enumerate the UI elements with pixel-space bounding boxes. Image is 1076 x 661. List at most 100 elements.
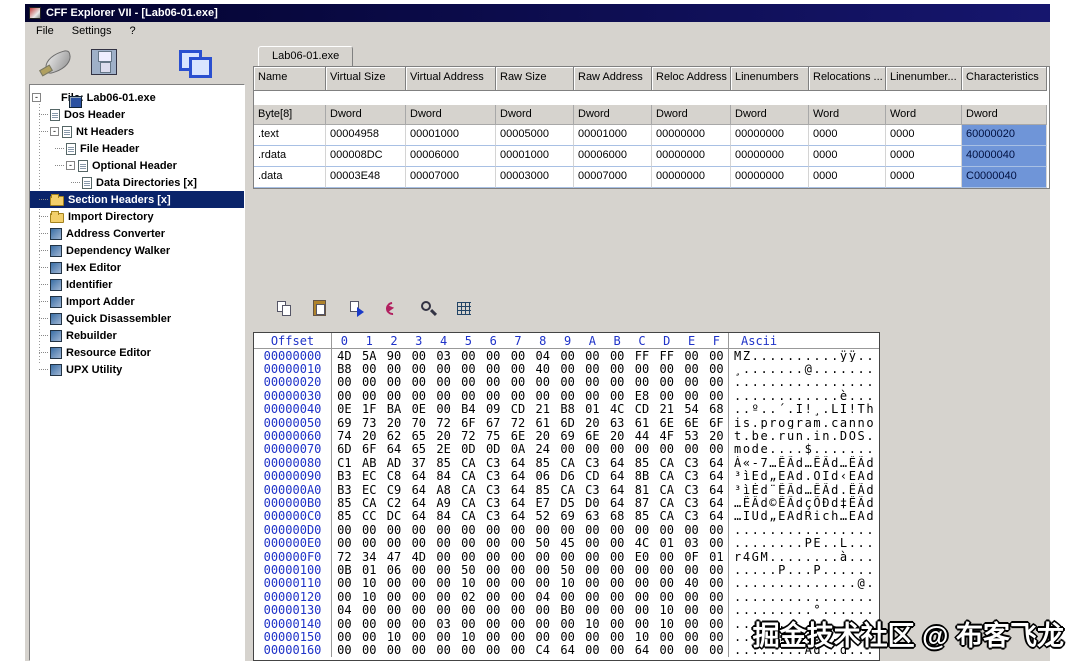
hex-byte[interactable]: 44 [630, 429, 655, 443]
hex-byte[interactable]: 00 [332, 375, 357, 389]
hex-ascii[interactable]: Á«-7…ÊÃd…ÊÃd…ÊÃd [729, 456, 879, 469]
hex-byte[interactable]: C3 [679, 456, 704, 470]
hex-byte[interactable]: C3 [481, 496, 506, 510]
hex-byte[interactable]: 65 [406, 442, 431, 456]
hex-byte[interactable]: 00 [481, 590, 506, 604]
section-value-cell[interactable]: 000008DC [326, 146, 406, 167]
hex-byte[interactable]: 52 [530, 509, 555, 523]
hex-byte[interactable]: 1F [357, 402, 382, 416]
hex-byte[interactable]: 61 [530, 416, 555, 430]
hex-byte[interactable]: 00 [431, 630, 456, 644]
hex-byte[interactable]: 00 [506, 523, 531, 537]
hex-byte[interactable]: 73 [357, 416, 382, 430]
hex-ascii[interactable]: …ÌÜd„ÊÃdRich…ÊÃd [729, 510, 879, 523]
hex-byte[interactable]: 00 [580, 362, 605, 376]
hex-byte[interactable]: 00 [704, 349, 729, 363]
hex-byte[interactable]: 10 [382, 630, 407, 644]
hex-byte[interactable]: 00 [332, 523, 357, 537]
column-header-linenumber[interactable]: Linenumber... [886, 67, 962, 91]
hex-byte[interactable]: 00 [679, 349, 704, 363]
menu-file[interactable]: File [27, 23, 63, 39]
hex-byte[interactable]: C8 [382, 469, 407, 483]
wizard-icon[interactable] [39, 47, 75, 77]
hex-byte[interactable]: 00 [481, 630, 506, 644]
hex-byte[interactable]: 64 [704, 483, 729, 497]
hex-byte[interactable]: 00 [506, 643, 531, 657]
hex-ascii[interactable]: r4GM........à... [729, 550, 879, 563]
hex-byte[interactable]: 0F [679, 550, 704, 564]
hex-ascii[interactable]: MZ..........ÿÿ.. [729, 349, 879, 362]
hex-byte[interactable]: 6E [580, 429, 605, 443]
column-header-virtual-address[interactable]: Virtual Address [406, 67, 496, 91]
hex-byte[interactable]: 00 [679, 389, 704, 403]
hex-ascii[interactable]: ³ìÈd„ÊÃd.ÖÍd‹ÊÃd [729, 470, 879, 483]
hex-byte[interactable]: 10 [580, 617, 605, 631]
hex-byte[interactable]: 00 [481, 375, 506, 389]
section-value-cell[interactable]: 00000000 [731, 125, 809, 146]
hex-byte[interactable]: EC [357, 469, 382, 483]
hex-byte[interactable]: 87 [630, 496, 655, 510]
hex-byte[interactable]: E8 [630, 389, 655, 403]
hex-byte[interactable]: 04 [530, 590, 555, 604]
hex-byte[interactable]: 01 [704, 550, 729, 564]
hex-byte[interactable]: 00 [456, 603, 481, 617]
section-value-cell[interactable]: 00005000 [496, 125, 574, 146]
hex-byte[interactable]: 00 [580, 523, 605, 537]
hex-byte[interactable]: 84 [431, 509, 456, 523]
hex-byte[interactable]: 00 [555, 389, 580, 403]
hex-ascii[interactable]: ³ìÉd¨ÊÃd…ÊÃd.ÊÃd [729, 483, 879, 496]
hex-byte[interactable]: D6 [555, 469, 580, 483]
hex-byte[interactable]: 00 [654, 590, 679, 604]
hex-ascii[interactable]: .....P...P...... [729, 563, 879, 576]
hex-byte[interactable]: 00 [555, 590, 580, 604]
section-name-cell[interactable]: .data [254, 167, 326, 188]
hex-byte[interactable]: 00 [679, 630, 704, 644]
hex-byte[interactable]: 00 [406, 349, 431, 363]
hex-byte[interactable]: E0 [630, 550, 655, 564]
hex-byte[interactable]: 00 [481, 362, 506, 376]
hex-byte[interactable]: CD [580, 469, 605, 483]
hex-byte[interactable]: 00 [630, 362, 655, 376]
hex-byte[interactable]: 00 [679, 617, 704, 631]
hex-byte[interactable]: 64 [406, 483, 431, 497]
section-value-cell[interactable]: 00001000 [574, 125, 652, 146]
hex-byte[interactable]: 63 [580, 509, 605, 523]
section-value-cell[interactable]: 00000000 [652, 167, 731, 188]
hex-byte[interactable]: 00 [406, 523, 431, 537]
hex-byte[interactable]: 00 [382, 523, 407, 537]
hex-byte[interactable]: 00 [406, 590, 431, 604]
hex-byte[interactable]: 00 [704, 536, 729, 550]
paste-special-icon[interactable] [347, 299, 367, 319]
hex-byte[interactable]: 00 [431, 576, 456, 590]
hex-byte[interactable]: 00 [506, 375, 531, 389]
hex-byte[interactable]: 40 [530, 362, 555, 376]
hex-byte[interactable]: 70 [406, 416, 431, 430]
hex-byte[interactable]: 00 [654, 389, 679, 403]
hex-byte[interactable]: 00 [630, 563, 655, 577]
hex-byte[interactable]: 00 [406, 362, 431, 376]
title-bar[interactable]: CFF Explorer VII - [Lab06-01.exe] [25, 4, 1050, 22]
hex-byte[interactable]: 64 [555, 643, 580, 657]
hex-byte[interactable]: CA [456, 483, 481, 497]
hex-byte[interactable]: 00 [704, 603, 729, 617]
hex-byte[interactable]: C3 [481, 469, 506, 483]
hex-byte[interactable]: 01 [654, 536, 679, 550]
hex-byte[interactable]: 00 [406, 536, 431, 550]
section-value-cell[interactable]: 0000 [886, 125, 962, 146]
hex-byte[interactable]: 21 [654, 402, 679, 416]
hex-byte[interactable]: 0A [506, 442, 531, 456]
hex-byte[interactable]: 00 [456, 550, 481, 564]
hex-byte[interactable]: 00 [530, 630, 555, 644]
section-value-cell[interactable]: 00004958 [326, 125, 406, 146]
hex-byte[interactable]: 10 [555, 576, 580, 590]
hex-byte[interactable]: 00 [704, 643, 729, 657]
tree-item-data-directories-x[interactable]: Data Directories [x] [30, 174, 244, 191]
hex-byte[interactable]: AD [382, 456, 407, 470]
hex-byte[interactable]: 85 [530, 483, 555, 497]
section-value-cell[interactable]: 00003E48 [326, 167, 406, 188]
hex-ascii[interactable]: ........PE..L... [729, 536, 879, 549]
section-value-cell[interactable]: 00007000 [406, 167, 496, 188]
hex-byte[interactable]: 65 [406, 429, 431, 443]
hex-byte[interactable]: 6F [456, 416, 481, 430]
hex-byte[interactable]: 69 [555, 509, 580, 523]
